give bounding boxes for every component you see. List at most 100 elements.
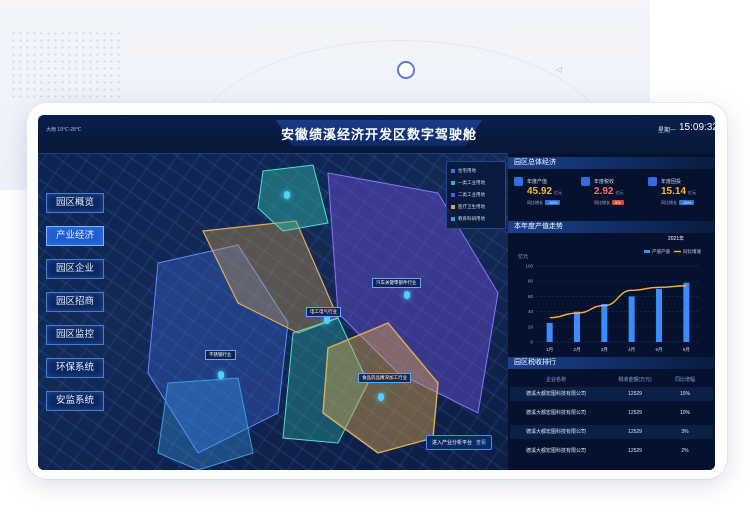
clock-time: 15:09:32 bbox=[679, 122, 715, 133]
legend-swatch bbox=[451, 216, 455, 221]
arrow-icon: ◁ bbox=[556, 65, 563, 74]
legend-item[interactable]: 一类工业用地 bbox=[451, 180, 485, 186]
table-cell: 德溪大都宏图科技有限公司 bbox=[525, 391, 586, 397]
table-row[interactable]: 德溪大都宏图科技有限公司 12529 3% bbox=[510, 425, 713, 439]
y-tick-label: 80 bbox=[528, 279, 534, 284]
nav-environment-system[interactable]: 环保系统 bbox=[46, 358, 104, 378]
kpi-number: 15.14 bbox=[661, 186, 687, 197]
y-tick-label: 60 bbox=[528, 294, 534, 299]
kpi-label: 年度税收 bbox=[594, 179, 615, 185]
bar bbox=[656, 288, 662, 342]
table-cell: 12529 bbox=[628, 429, 642, 435]
series-line bbox=[549, 285, 687, 319]
table-row[interactable]: 德溪大都宏图科技有限公司 12529 15% bbox=[510, 387, 713, 401]
view-more-link[interactable]: 查看 bbox=[476, 440, 486, 446]
section-title-economy: 园区总体经济 bbox=[508, 157, 715, 169]
bar bbox=[546, 323, 553, 342]
output-icon bbox=[514, 177, 523, 186]
trend-chart: 亿元 0 20 40 60 80 100 1月 2月 3月 4月 5月 6月 产值产值 同比增速 bbox=[514, 246, 710, 356]
table-row[interactable]: 德溪大都宏图科技有限公司 12529 10% bbox=[510, 406, 713, 420]
table-cell: 3% bbox=[681, 429, 689, 435]
bar bbox=[601, 304, 608, 342]
legend-label: 住宅用地 bbox=[458, 168, 476, 173]
kpi-value: 45.92 亿元 bbox=[527, 186, 562, 197]
enter-platform-button[interactable]: 进入产业分析平台 查看 bbox=[426, 435, 493, 450]
kpi-comparison: 同比增长 -34% bbox=[661, 200, 695, 206]
bar bbox=[628, 296, 635, 342]
map-pin-icon[interactable] bbox=[324, 316, 330, 324]
legend-swatch bbox=[451, 204, 455, 209]
map-zones bbox=[147, 164, 499, 470]
year-selector[interactable]: 2021年 bbox=[668, 235, 684, 242]
y-axis-unit: 亿元 bbox=[518, 253, 528, 260]
legend-item[interactable]: 住宅用地 bbox=[451, 168, 476, 174]
table-header: 企业名称 税收金额(万元) 同比增幅 bbox=[510, 373, 713, 387]
kpi-tax: 年度税收 2.92 亿元 同比增长 5% bbox=[579, 175, 643, 215]
kpi-value: 2.92 亿元 bbox=[594, 186, 623, 197]
kpi-cmp-label: 同比增长 bbox=[527, 200, 543, 205]
table-cell: 德溪大都宏图科技有限公司 bbox=[525, 410, 586, 416]
nav-park-investment[interactable]: 园区招商 bbox=[46, 292, 104, 312]
bar bbox=[574, 311, 580, 342]
table-cell: 德溪大都宏图科技有限公司 bbox=[525, 429, 586, 435]
table-cell: 15% bbox=[679, 391, 690, 397]
table-cell: 德溪大都宏图科技有限公司 bbox=[525, 448, 586, 454]
y-tick-label: 100 bbox=[525, 264, 533, 269]
kpi-value: 15.14 亿元 bbox=[661, 186, 696, 197]
x-tick-label: 2月 bbox=[573, 347, 580, 353]
legend-item[interactable]: 二类工业用地 bbox=[451, 192, 485, 198]
map-pin-icon[interactable] bbox=[284, 191, 290, 199]
table-row[interactable]: 德溪大都宏图科技有限公司 12529 2% bbox=[510, 444, 713, 458]
zone-label-stainless[interactable]: 不锈钢行业 bbox=[205, 350, 236, 360]
kpi-unit: 亿元 bbox=[615, 190, 624, 195]
zone-label-food[interactable]: 食品药品精深加工行业 bbox=[358, 373, 411, 383]
kpi-output: 年度产值 45.92 亿元 同比增长 -34% bbox=[512, 175, 576, 215]
kpi-unit: 亿元 bbox=[688, 190, 697, 195]
x-tick-label: 4月 bbox=[628, 347, 635, 353]
nav-industry-economy[interactable]: 产业经济 bbox=[46, 226, 104, 246]
kpi-comparison: 同比增长 -34% bbox=[527, 200, 561, 206]
page-title: 安徽绩溪经济开发区数字驾驶舱 bbox=[280, 127, 477, 142]
section-title-trend: 本年度产值走势 bbox=[508, 221, 715, 233]
legend-swatch bbox=[451, 180, 455, 185]
legend-label: 教育科研用地 bbox=[458, 216, 485, 221]
column-header: 企业名称 bbox=[545, 377, 566, 383]
x-tick-label: 3月 bbox=[601, 347, 608, 353]
kpi-label: 年度产值 bbox=[527, 179, 548, 185]
weekday: 星期一 bbox=[658, 128, 677, 134]
y-tick-label: 0 bbox=[530, 340, 533, 345]
y-tick-label: 40 bbox=[528, 309, 534, 314]
legend-item[interactable]: 医疗卫生用地 bbox=[451, 204, 485, 210]
kpi-unit: 亿元 bbox=[554, 190, 563, 195]
map-legend: 住宅用地 一类工业用地 二类工业用地 医疗卫生用地 教育科研用地 bbox=[446, 161, 506, 229]
nav-park-overview[interactable]: 园区概览 bbox=[46, 193, 104, 213]
kpi-label: 年度固投 bbox=[661, 179, 682, 185]
zone-label-electrical[interactable]: 电工电气行业 bbox=[306, 307, 341, 317]
nav-park-monitoring[interactable]: 园区监控 bbox=[46, 325, 104, 345]
nav-safety-system[interactable]: 安监系统 bbox=[46, 391, 104, 411]
column-header: 税收金额(万元) bbox=[618, 377, 652, 383]
legend-label: 医疗卫生用地 bbox=[458, 204, 485, 209]
legend-item[interactable]: 教育科研用地 bbox=[451, 216, 485, 222]
investment-icon bbox=[648, 177, 657, 186]
map-pin-icon[interactable] bbox=[378, 393, 384, 401]
bar bbox=[683, 282, 690, 342]
legend-label-line: 同比增速 bbox=[683, 248, 701, 255]
table-cell: 2% bbox=[681, 448, 689, 454]
park-map[interactable]: 汽车关键零部件行业 电工电气行业 不锈钢行业 食品药品精深加工行业 进入产业分析… bbox=[38, 153, 508, 470]
kpi-cmp-label: 同比增长 bbox=[594, 200, 610, 205]
zone-label-auto-parts[interactable]: 汽车关键零部件行业 bbox=[372, 278, 421, 288]
table-cell: 10% bbox=[679, 410, 690, 416]
kpi-investment: 年度固投 15.14 亿元 同比增长 -34% bbox=[646, 175, 710, 215]
map-pin-icon[interactable] bbox=[218, 371, 224, 379]
nav-park-enterprises[interactable]: 园区企业 bbox=[46, 259, 104, 279]
dashboard-screen: 汽车关键零部件行业 电工电气行业 不锈钢行业 食品药品精深加工行业 进入产业分析… bbox=[38, 115, 715, 470]
zone-industrial-1 bbox=[257, 164, 329, 232]
trend-chart-svg: 亿元 0 20 40 60 80 100 1月 2月 3月 4月 5月 6月 产值产值 同比增速 bbox=[518, 248, 701, 353]
legend-swatch-bar bbox=[644, 250, 650, 253]
weather-info: 大雨 19℃-28℃ bbox=[46, 127, 82, 133]
legend-label: 一类工业用地 bbox=[458, 180, 485, 185]
map-pin-icon[interactable] bbox=[404, 291, 410, 299]
table-cell: 12529 bbox=[628, 448, 642, 454]
section-title-ranking: 园区税收排行 bbox=[508, 357, 715, 369]
